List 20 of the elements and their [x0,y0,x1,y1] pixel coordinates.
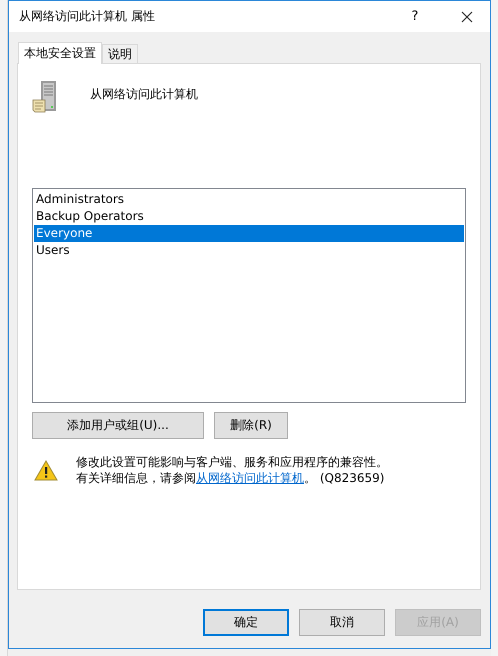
list-item[interactable]: Everyone [34,225,464,242]
list-item[interactable]: Users [34,242,464,259]
tab[interactable]: 说明 [102,44,138,63]
tab[interactable]: 本地安全设置 [18,42,102,64]
reference-text: 。 (Q823659) [304,471,384,485]
member-list[interactable]: Administrators Backup Operators Everyone Users [32,188,466,403]
add-button[interactable]: 添加用户或组(U)... [32,412,204,439]
remove-button[interactable]: 删除(R) [214,412,288,439]
cancel-button[interactable]: 取消 [299,609,385,636]
policy-link[interactable]: 从网络访问此计算机 [196,471,304,485]
info-text: 有关详细信息，请参阅 [76,471,196,485]
warning-icon [34,460,58,481]
list-item[interactable]: Administrators [34,191,464,208]
warning-text: 修改此设置可能影响与客户端、服务和应用程序的兼容性。 [76,454,388,470]
help-button[interactable]: ? [400,1,430,32]
policy-name: 从网络访问此计算机 [90,86,198,103]
list-item[interactable]: Backup Operators [34,208,464,225]
ok-button[interactable]: 确定 [203,609,289,636]
close-icon[interactable] [461,10,473,22]
window-title: 从网络访问此计算机 属性 [19,8,155,25]
